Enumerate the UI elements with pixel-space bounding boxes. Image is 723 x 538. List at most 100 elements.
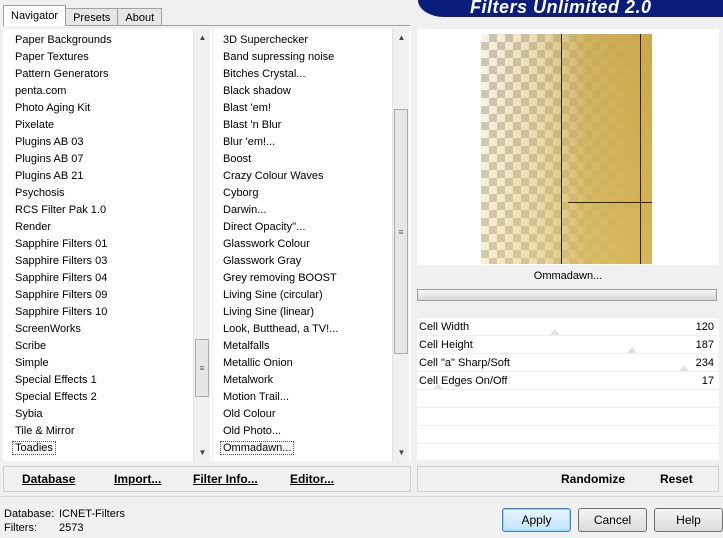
param-label: Cell "a" Sharp/Soft xyxy=(419,357,510,369)
filter-item[interactable]: Glasswork Colour xyxy=(213,236,338,253)
slider-marker-icon[interactable] xyxy=(433,383,443,389)
filter-item-label: Blast 'em! xyxy=(223,102,271,114)
category-item[interactable]: Paper Textures xyxy=(3,49,112,66)
category-item[interactable]: Simple xyxy=(3,355,112,372)
filter-item[interactable]: Crazy Colour Waves xyxy=(213,168,338,185)
scroll-thumb[interactable]: ≡ xyxy=(394,109,408,354)
category-item[interactable]: Pattern Generators xyxy=(3,66,112,83)
randomize-button[interactable]: Randomize xyxy=(561,472,625,486)
scroll-up-icon[interactable]: ▲ xyxy=(194,29,211,46)
filter-item[interactable]: Blur 'em!... xyxy=(213,134,338,151)
filter-item[interactable]: Grey removing BOOST xyxy=(213,270,338,287)
help-button[interactable]: Help xyxy=(654,508,723,532)
preview-tint xyxy=(481,34,652,264)
status-info: Database: ICNET-Filters Filters: 2573 xyxy=(4,507,125,535)
filter-item[interactable]: Metalfalls xyxy=(213,338,338,355)
filter-item[interactable]: Living Sine (circular) xyxy=(213,287,338,304)
filter-item[interactable]: Direct Opacity''... xyxy=(213,219,338,236)
filter-item[interactable]: Bitches Crystal... xyxy=(213,66,338,83)
category-item[interactable]: Special Effects 1 xyxy=(3,372,112,389)
slider-marker-icon[interactable] xyxy=(627,347,637,353)
database-label: Database: xyxy=(4,508,55,520)
list-toolbar: Database Import... Filter Info... Editor… xyxy=(3,466,411,492)
filter-item-label: Darwin... xyxy=(223,204,267,216)
category-item-label: Sapphire Filters 10 xyxy=(15,306,108,318)
category-item[interactable]: Toadies xyxy=(3,440,112,457)
param-cell-height[interactable]: Cell Height 187 xyxy=(417,336,719,354)
category-item-label: Special Effects 2 xyxy=(15,391,97,403)
category-item[interactable]: Sybia xyxy=(3,406,112,423)
filter-item[interactable]: Cyborg xyxy=(213,185,338,202)
category-item[interactable]: Pixelate xyxy=(3,117,112,134)
scroll-thumb[interactable]: ≡ xyxy=(195,339,209,397)
divider xyxy=(0,496,723,497)
filter-item-label: Cyborg xyxy=(223,187,259,199)
cancel-button[interactable]: Cancel xyxy=(578,508,647,532)
scroll-down-icon[interactable]: ▼ xyxy=(194,444,211,461)
apply-button[interactable]: Apply xyxy=(502,508,571,532)
category-item[interactable]: Plugins AB 07 xyxy=(3,151,112,168)
filter-item[interactable]: Boost xyxy=(213,151,338,168)
category-item[interactable]: Sapphire Filters 10 xyxy=(3,304,112,321)
filter-list[interactable]: 3D Superchecker Band supressing noise Bitc… xyxy=(213,29,411,461)
filter-item-label: Living Sine (circular) xyxy=(223,289,323,301)
filter-item[interactable]: Metalwork xyxy=(213,372,338,389)
filter-item[interactable]: 3D Superchecker xyxy=(213,32,338,49)
param-cell-edges[interactable]: Cell Edges On/Off 17 xyxy=(417,372,719,390)
category-item[interactable]: RCS Filter Pak 1.0 xyxy=(3,202,112,219)
preview-image[interactable] xyxy=(481,34,652,264)
import-button[interactable]: Import... xyxy=(114,472,161,486)
category-item[interactable]: Render xyxy=(3,219,112,236)
slider-marker-icon[interactable] xyxy=(550,329,560,335)
database-button[interactable]: Database xyxy=(22,472,75,486)
filter-item[interactable]: Ommadawn... xyxy=(213,440,338,457)
filter-item[interactable]: Old Photo... xyxy=(213,423,338,440)
filter-item[interactable]: Look, Butthead, a TV!... xyxy=(213,321,338,338)
filter-item[interactable]: Blast 'n Blur xyxy=(213,117,338,134)
scroll-down-icon[interactable]: ▼ xyxy=(393,444,410,461)
slider-marker-icon[interactable] xyxy=(679,365,689,371)
filter-item-label: Living Sine (linear) xyxy=(223,306,315,318)
filter-item[interactable]: Old Colour xyxy=(213,406,338,423)
category-item[interactable]: Plugins AB 21 xyxy=(3,168,112,185)
filter-info-button[interactable]: Filter Info... xyxy=(193,472,258,486)
category-item[interactable]: penta.com xyxy=(3,83,112,100)
category-item[interactable]: Sapphire Filters 03 xyxy=(3,253,112,270)
category-item[interactable]: Paper Backgrounds xyxy=(3,32,112,49)
category-item[interactable]: Sapphire Filters 09 xyxy=(3,287,112,304)
param-cell-sharp-soft[interactable]: Cell "a" Sharp/Soft 234 xyxy=(417,354,719,372)
category-item[interactable]: Photo Aging Kit xyxy=(3,100,112,117)
category-item[interactable]: Plugins AB 03 xyxy=(3,134,112,151)
filter-item[interactable]: Band supressing noise xyxy=(213,49,338,66)
filter-item[interactable]: Living Sine (linear) xyxy=(213,304,338,321)
category-item-label: Render xyxy=(15,221,52,233)
tab-navigator[interactable]: Navigator xyxy=(3,5,67,26)
category-item-label: RCS Filter Pak 1.0 xyxy=(15,204,107,216)
scroll-up-icon[interactable]: ▲ xyxy=(393,29,410,46)
tab-presets[interactable]: Presets xyxy=(65,8,119,26)
filter-item[interactable]: Motion Trail... xyxy=(213,389,338,406)
filter-item[interactable]: Blast 'em! xyxy=(213,100,338,117)
param-cell-width[interactable]: Cell Width 120 xyxy=(417,318,719,336)
category-item-label: Sybia xyxy=(15,408,43,420)
category-item[interactable]: Sapphire Filters 04 xyxy=(3,270,112,287)
filter-item[interactable]: Glasswork Gray xyxy=(213,253,338,270)
filter-scrollbar[interactable]: ▲ ≡ ▼ xyxy=(392,29,409,461)
filter-item[interactable]: Darwin... xyxy=(213,202,338,219)
category-scrollbar[interactable]: ▲ ≡ ▼ xyxy=(193,29,210,461)
filter-item[interactable]: Metallic Onion xyxy=(213,355,338,372)
reset-button[interactable]: Reset xyxy=(660,472,693,486)
category-item[interactable]: Scribe xyxy=(3,338,112,355)
tab-about[interactable]: About xyxy=(117,8,163,26)
filter-item[interactable]: Black shadow xyxy=(213,83,338,100)
filter-item-label: Boost xyxy=(223,153,252,165)
editor-button[interactable]: Editor... xyxy=(290,472,334,486)
category-list[interactable]: Paper Backgrounds Paper Textures Pattern G… xyxy=(3,29,212,461)
category-item[interactable]: Psychosis xyxy=(3,185,112,202)
app-banner: Filters Unlimited 2.0 xyxy=(418,0,723,17)
category-item[interactable]: ScreenWorks xyxy=(3,321,112,338)
category-item[interactable]: Tile & Mirror xyxy=(3,423,112,440)
category-item[interactable]: Sapphire Filters 01 xyxy=(3,236,112,253)
param-label: Cell Height xyxy=(419,339,473,351)
category-item[interactable]: Special Effects 2 xyxy=(3,389,112,406)
